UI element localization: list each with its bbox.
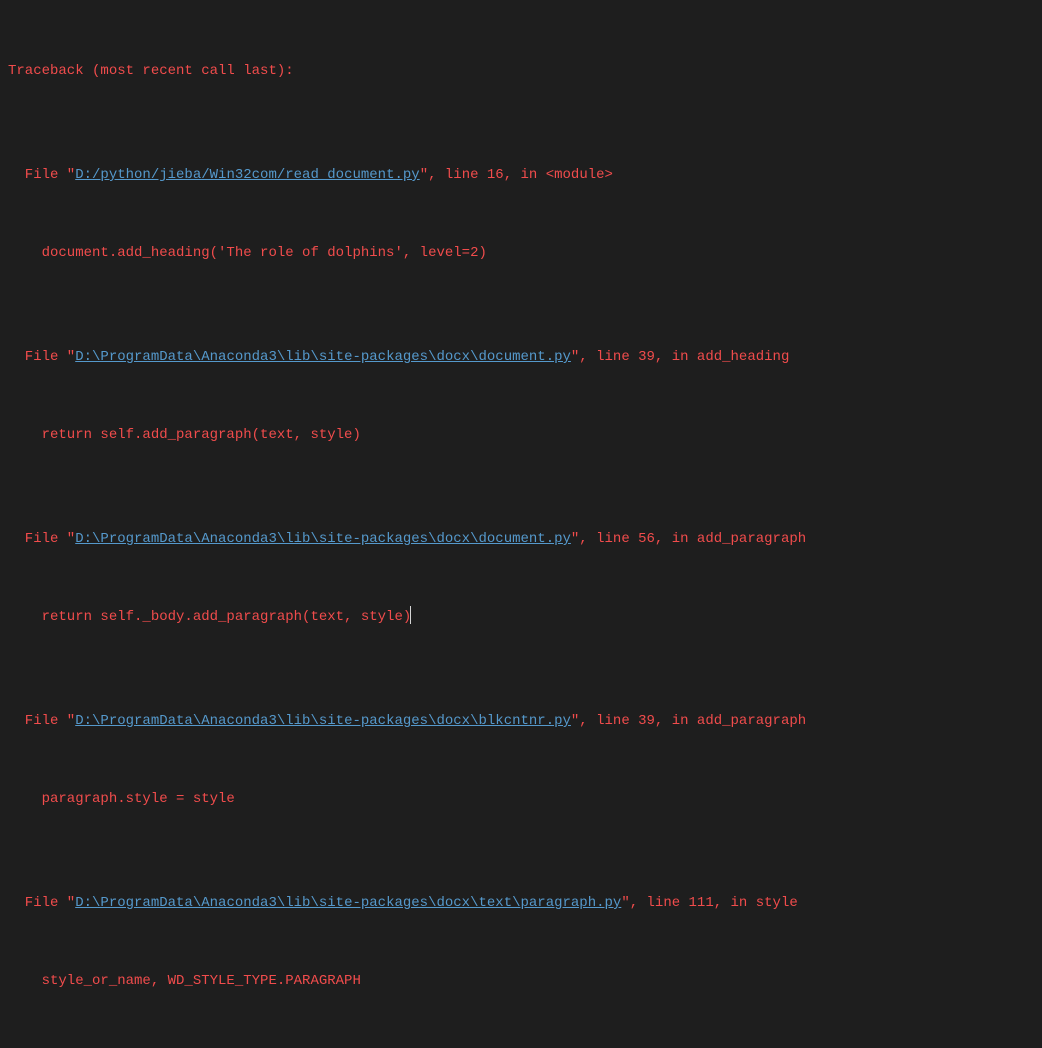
code-line: document.add_heading('The role of dolphi… [0, 240, 1042, 266]
code-line: paragraph.style = style [0, 786, 1042, 812]
code-line: return self._body.add_paragraph(text, st… [0, 604, 1042, 630]
file-path-link[interactable]: D:\ProgramData\Anaconda3\lib\site-packag… [75, 349, 571, 365]
traceback-frame: File "D:\ProgramData\Anaconda3\lib\site-… [0, 708, 1042, 734]
traceback-header: Traceback (most recent call last): [0, 58, 1042, 84]
traceback-frame: File "D:\ProgramData\Anaconda3\lib\site-… [0, 344, 1042, 370]
file-path-link[interactable]: D:\ProgramData\Anaconda3\lib\site-packag… [75, 895, 621, 911]
file-path-link[interactable]: D:\ProgramData\Anaconda3\lib\site-packag… [75, 531, 571, 547]
file-suffix: ", line 39, in add_paragraph [571, 713, 806, 729]
file-prefix: File " [8, 895, 75, 911]
file-prefix: File " [8, 349, 75, 365]
file-path-link[interactable]: D:\ProgramData\Anaconda3\lib\site-packag… [75, 713, 571, 729]
file-prefix: File " [8, 167, 75, 183]
code-line: return self.add_paragraph(text, style) [0, 422, 1042, 448]
file-prefix: File " [8, 713, 75, 729]
file-suffix: ", line 16, in <module> [420, 167, 613, 183]
file-path-link[interactable]: D:/python/jieba/Win32com/read document.p… [75, 167, 419, 183]
file-suffix: ", line 56, in add_paragraph [571, 531, 806, 547]
code-line: style_or_name, WD_STYLE_TYPE.PARAGRAPH [0, 968, 1042, 994]
file-suffix: ", line 39, in add_heading [571, 349, 789, 365]
file-prefix: File " [8, 531, 75, 547]
traceback-output: Traceback (most recent call last): File … [0, 6, 1042, 1048]
text-cursor [410, 606, 411, 624]
file-suffix: ", line 111, in style [621, 895, 797, 911]
traceback-frame: File "D:\ProgramData\Anaconda3\lib\site-… [0, 890, 1042, 916]
traceback-frame: File "D:/python/jieba/Win32com/read docu… [0, 162, 1042, 188]
traceback-frame: File "D:\ProgramData\Anaconda3\lib\site-… [0, 526, 1042, 552]
